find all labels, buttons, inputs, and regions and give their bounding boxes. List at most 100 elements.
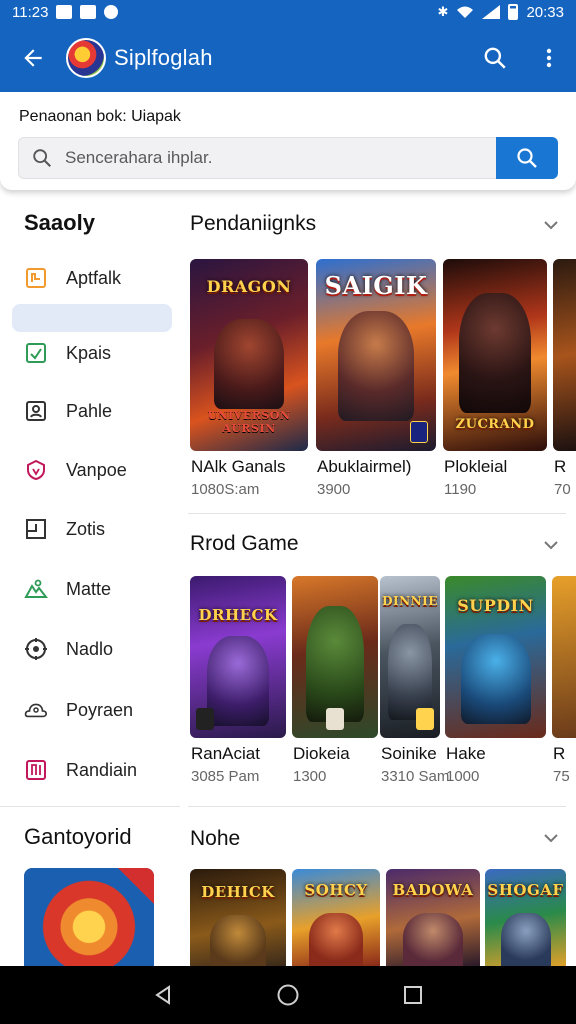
nav-home-button[interactable]: [258, 966, 318, 1024]
sidebar-item-poyraen[interactable]: Poyraen: [12, 688, 172, 732]
chevron-down-icon[interactable]: [541, 828, 561, 848]
sidebar-item-selected[interactable]: [12, 304, 172, 332]
game-cover: BADOWA: [386, 869, 480, 966]
sidebar-item-pahle[interactable]: Pahle: [12, 389, 172, 433]
game-card[interactable]: SOHCY: [292, 869, 380, 966]
person-box-icon: [24, 399, 48, 423]
corner-ribbon: [118, 868, 154, 904]
age-rating-badge: [410, 421, 428, 443]
sidebar-item-matte[interactable]: Matte: [12, 567, 172, 611]
book-icon: [24, 758, 48, 782]
section-title: Nohe: [190, 827, 241, 850]
sidebar-item-kpais[interactable]: Kpais: [12, 331, 172, 375]
search-icon: [484, 47, 506, 69]
game-cover: DEHICK: [190, 869, 286, 966]
app-notification-icon: [80, 5, 97, 19]
sidebar-item-vanpoe[interactable]: Vanpoe: [12, 448, 172, 492]
age-rating-badge: [326, 708, 344, 730]
wifi-icon: [457, 6, 474, 18]
sidebar-item-label: Pahle: [66, 400, 113, 421]
cover-character: [388, 624, 432, 720]
game-cover: SHOGAF: [485, 869, 566, 966]
sidebar-item-label: Zotis: [66, 518, 106, 539]
game-meta: 1190: [444, 481, 477, 498]
nav-recents-button[interactable]: [383, 966, 443, 1024]
chevron-down-icon[interactable]: [541, 215, 561, 235]
status-clock: 20:33: [526, 3, 564, 21]
cover-title: DEHICK: [201, 883, 275, 901]
game-meta: 1300: [293, 768, 327, 785]
chevron-down-icon[interactable]: [541, 535, 561, 555]
game-card[interactable]: SAIGIK Abuklairmel) 3900: [316, 259, 436, 499]
search-card: Penaonan bok: Uiapak: [0, 92, 576, 190]
check-box-icon: [24, 341, 48, 365]
search-icon: [517, 148, 537, 168]
image-notification-icon: [56, 5, 73, 19]
overflow-menu-button[interactable]: [522, 24, 576, 92]
cover-subtitle: ZUCRAND: [455, 417, 535, 432]
game-card[interactable]: SUPDIN Hake 1000: [445, 576, 546, 790]
game-card[interactable]: DEHICK: [190, 869, 286, 966]
cover-character: [306, 606, 364, 722]
section-divider: [188, 806, 566, 807]
game-card[interactable]: DRHECK RanAciat 3085 Pam: [190, 576, 286, 790]
settings-ring-icon: [24, 637, 48, 661]
game-cover: DINNIE: [380, 576, 440, 738]
system-nav-bar: [0, 966, 576, 1024]
game-card[interactable]: DRAGON UNIVERSON AURSIN NAlk Ganals 1080…: [190, 259, 308, 499]
cover-character: [500, 913, 551, 966]
nav-back-button[interactable]: [133, 966, 193, 1024]
circle-home-icon: [277, 984, 299, 1006]
status-time: 11:23: [12, 3, 49, 21]
search-icon: [33, 149, 51, 167]
featured-card[interactable]: [24, 868, 154, 966]
arrow-left-icon: [24, 49, 42, 67]
game-meta: 3310 Sam: [381, 768, 450, 785]
sidebar-item-label: Aptfalk: [66, 267, 122, 288]
game-card[interactable]: SHOGAF: [485, 869, 566, 966]
cover-character: [214, 319, 284, 409]
cover-title: SOHCY: [304, 881, 368, 899]
game-meta: 1080S:am: [191, 481, 260, 498]
game-cover: SOHCY: [292, 869, 380, 966]
cover-title: BADOWA: [392, 881, 474, 899]
game-title: R: [553, 744, 566, 763]
cover-title: DINNIE: [382, 594, 438, 608]
game-cover: SAIGIK: [316, 259, 436, 451]
section-title: Rrod Game: [190, 532, 299, 555]
game-card[interactable]: ZUCRAND Plokleial 1190: [443, 259, 547, 499]
search-submit-button[interactable]: [496, 137, 558, 179]
game-cover: ZUCRAND: [443, 259, 547, 451]
search-box[interactable]: [18, 137, 497, 179]
game-card[interactable]: R 75: [552, 576, 576, 790]
game-cover: SUPDIN: [445, 576, 546, 738]
game-title: Soinike: [381, 744, 437, 763]
location-notification-icon: [104, 5, 119, 19]
window-icon: [24, 517, 48, 541]
triangle-back-icon: [154, 985, 170, 1005]
app-grid-icon: [24, 266, 48, 290]
sidebar-item-nadlo[interactable]: Nadlo: [12, 627, 172, 671]
search-input[interactable]: [65, 148, 485, 168]
game-card[interactable]: Diokeia 1300: [292, 576, 378, 790]
game-meta: 3085 Pam: [191, 768, 260, 785]
sidebar-item-aptfalk[interactable]: Aptfalk: [12, 256, 172, 300]
back-button[interactable]: [0, 24, 66, 92]
game-card[interactable]: DINNIE Soinike 3310 Sam: [380, 576, 449, 790]
sidebar: Saaoly Aptfalk Kpais Pahle Vanpoe Zotis: [0, 196, 180, 808]
game-card[interactable]: R 70: [553, 259, 576, 499]
game-title: Diokeia: [293, 744, 350, 763]
cover-character: [210, 915, 266, 966]
game-cover: [292, 576, 378, 738]
status-bar: 11:23 ✱ 20:33: [0, 0, 576, 24]
sidebar-item-randiain[interactable]: Randiain: [12, 748, 172, 792]
game-cover: [24, 868, 154, 966]
game-card[interactable]: BADOWA: [386, 869, 480, 966]
cover-title: DRAGON: [206, 277, 292, 296]
sidebar-item-label: Randiain: [66, 759, 138, 780]
search-heading: Penaonan bok: Uiapak: [19, 108, 181, 125]
search-button[interactable]: [468, 24, 522, 92]
game-title: Abuklairmel): [317, 457, 412, 476]
sidebar-item-zotis[interactable]: Zotis: [12, 507, 172, 551]
cover-character: [207, 636, 269, 726]
